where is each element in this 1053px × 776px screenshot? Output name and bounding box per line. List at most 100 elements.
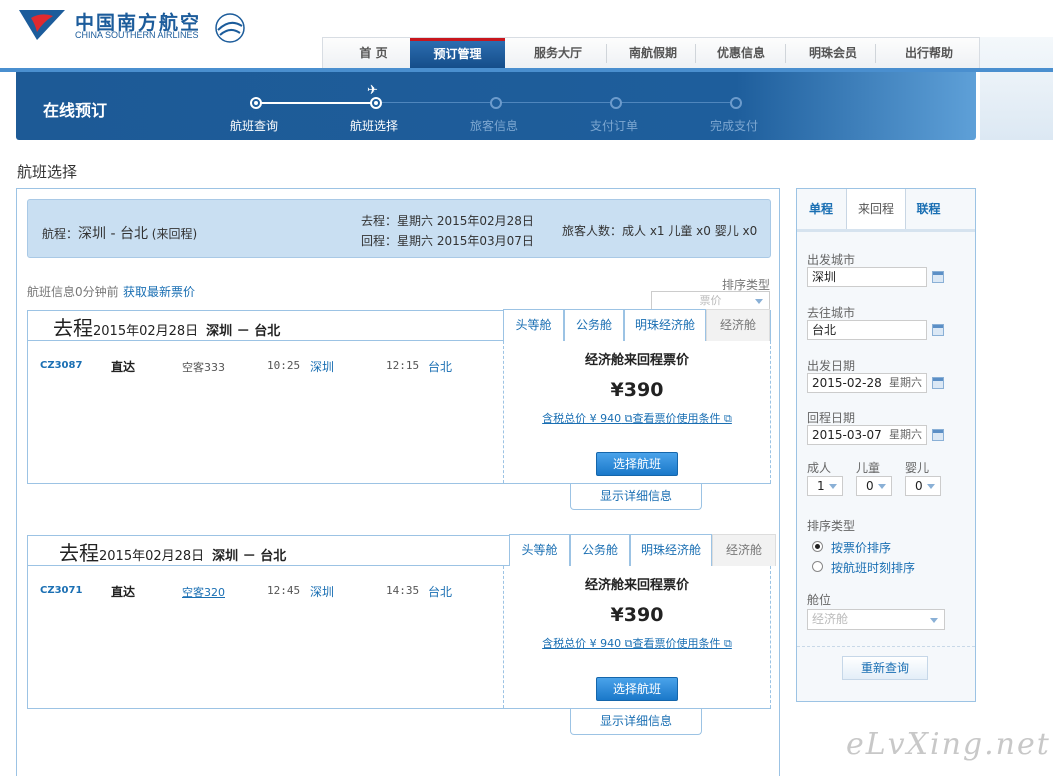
- header-decoration: [980, 37, 1053, 140]
- nav-home[interactable]: 首 页: [341, 38, 406, 69]
- tax-total-link[interactable]: 含税总价 ¥ 940: [542, 637, 621, 650]
- arrive-city: 台北: [428, 360, 453, 374]
- depart-date-input[interactable]: 2015-02-28 星期六: [807, 373, 927, 393]
- header-divider: [27, 565, 509, 566]
- tab-economy[interactable]: 经济舱: [706, 309, 770, 341]
- show-details-tab[interactable]: 显示详细信息: [570, 709, 702, 735]
- nav-holidays[interactable]: 南航假期: [613, 38, 693, 69]
- flight-type: 直达: [111, 585, 136, 599]
- tab-premium-economy[interactable]: 明珠经济舱: [630, 534, 712, 566]
- flight-header: 去程2015年02月28日 深圳 － 台北: [59, 541, 287, 565]
- city-list-icon[interactable]: [932, 271, 944, 283]
- arrive-time: 14:35: [386, 584, 420, 597]
- select-flight-button[interactable]: 选择航班: [596, 677, 678, 701]
- tab-round-trip[interactable]: 来回程: [846, 189, 906, 229]
- to-city-input[interactable]: 台北: [807, 320, 927, 340]
- tab-first-class[interactable]: 头等舱: [509, 534, 570, 566]
- research-button[interactable]: 重新查询: [842, 656, 928, 680]
- banner-title: 在线预订: [43, 101, 108, 120]
- tab-business[interactable]: 公务舱: [570, 534, 630, 566]
- price-title: 经济舱来回程票价: [584, 353, 689, 368]
- step-dot-select: [370, 97, 382, 109]
- adult-label: 成人: [807, 461, 832, 475]
- step-dot-pay: [610, 97, 622, 109]
- depart-city: 深圳: [310, 360, 335, 374]
- nav-divider: [785, 44, 786, 63]
- infant-label: 婴儿: [905, 461, 930, 475]
- watermark: eLvXing.net: [846, 727, 1051, 762]
- nav-offers[interactable]: 优惠信息: [701, 38, 781, 69]
- update-status: 航班信息0分钟前: [27, 285, 119, 299]
- aircraft-type: 空客333: [182, 361, 225, 374]
- price-value: ¥390: [610, 379, 664, 401]
- nav-pearl-member[interactable]: 明珠会员: [791, 38, 875, 69]
- aircraft-type[interactable]: 空客320: [182, 584, 225, 600]
- sort-price-radio[interactable]: [812, 541, 823, 552]
- tab-first-class[interactable]: 头等舱: [503, 309, 564, 341]
- flight-number[interactable]: CZ3087: [40, 360, 82, 371]
- cabin-select[interactable]: 经济舱: [807, 609, 945, 630]
- calendar-icon[interactable]: [932, 377, 944, 389]
- trip-depart-date: 去程：星期六 2015年02月28日: [361, 214, 534, 228]
- passenger-count: 旅客人数：成人 x1 儿童 x0 婴儿 x0: [562, 224, 758, 238]
- sidebar-divider: [797, 646, 975, 647]
- city-list-icon[interactable]: [932, 324, 944, 336]
- progress-line-done: [255, 102, 377, 104]
- step-dot-search: [250, 97, 262, 109]
- trip-route: 航程：深圳 - 台北 (来回程): [42, 226, 198, 242]
- from-city-label: 出发城市: [807, 253, 856, 267]
- sort-select[interactable]: 票价: [651, 291, 770, 310]
- plane-icon: ✈: [367, 83, 378, 98]
- step-label-pay: 支付订单: [590, 119, 639, 133]
- depart-time: 10:25: [267, 359, 301, 372]
- infant-select[interactable]: 0: [905, 476, 941, 496]
- brand-name-en: CHINA SOUTHERN AIRLINES: [75, 30, 199, 40]
- tab-economy[interactable]: 经济舱: [712, 534, 776, 566]
- nav-help[interactable]: 出行帮助: [883, 38, 975, 69]
- flight-type: 直达: [111, 360, 136, 374]
- trip-return-date: 回程：星期六 2015年03月07日: [361, 234, 534, 248]
- flight-number[interactable]: CZ3071: [40, 585, 82, 596]
- main-nav: 首 页 预订管理 服务大厅 南航假期 优惠信息 明珠会员 出行帮助: [322, 37, 980, 70]
- step-label-search: 航班查询: [230, 119, 279, 133]
- tax-total-link[interactable]: 含税总价 ¥ 940: [542, 412, 621, 425]
- child-label: 儿童: [856, 461, 881, 475]
- progress-line-pending: [377, 102, 737, 103]
- step-label-select: 航班选择: [350, 119, 399, 133]
- arrive-city: 台北: [428, 585, 453, 599]
- tab-multi-city[interactable]: 联程: [906, 189, 951, 229]
- tab-one-way[interactable]: 单程: [797, 189, 845, 229]
- price-links: 含税总价 ¥ 940 ⧉查看票价使用条件 ⧉: [542, 412, 732, 425]
- return-date-input[interactable]: 2015-03-07 星期六: [807, 425, 927, 445]
- select-flight-button[interactable]: 选择航班: [596, 452, 678, 476]
- flight-header: 去程2015年02月28日 深圳 － 台北: [53, 316, 281, 340]
- price-links: 含税总价 ¥ 940 ⧉查看票价使用条件 ⧉: [542, 637, 732, 650]
- sidebar-tab-rule: [797, 229, 975, 232]
- show-details-tab[interactable]: 显示详细信息: [570, 484, 702, 510]
- adult-select[interactable]: 1: [807, 476, 843, 496]
- sort-price-label[interactable]: 按票价排序: [831, 539, 891, 556]
- sort-time-radio[interactable]: [812, 561, 823, 572]
- refresh-price-link[interactable]: 获取最新票价: [123, 283, 195, 300]
- price-value: ¥390: [610, 604, 664, 626]
- tab-premium-economy[interactable]: 明珠经济舱: [624, 309, 706, 341]
- tab-business[interactable]: 公务舱: [564, 309, 624, 341]
- nav-booking[interactable]: 预订管理: [410, 38, 505, 70]
- cabin-label: 舱位: [807, 593, 832, 607]
- step-dot-passenger: [490, 97, 502, 109]
- calendar-icon[interactable]: [932, 429, 944, 441]
- from-city-input[interactable]: 深圳: [807, 267, 927, 287]
- return-date-label: 回程日期: [807, 411, 856, 425]
- nav-divider: [606, 44, 607, 63]
- child-select[interactable]: 0: [856, 476, 892, 496]
- page-title: 航班选择: [17, 163, 78, 181]
- airline-logo-icon: [19, 10, 65, 40]
- sort-time-label[interactable]: 按航班时刻排序: [831, 559, 915, 576]
- depart-date-label: 出发日期: [807, 359, 856, 373]
- depart-city: 深圳: [310, 585, 335, 599]
- fare-rules-link[interactable]: 查看票价使用条件: [633, 637, 721, 650]
- nav-service[interactable]: 服务大厅: [518, 38, 598, 69]
- nav-divider: [695, 44, 696, 63]
- step-label-passenger: 旅客信息: [470, 119, 519, 133]
- fare-rules-link[interactable]: 查看票价使用条件: [633, 412, 721, 425]
